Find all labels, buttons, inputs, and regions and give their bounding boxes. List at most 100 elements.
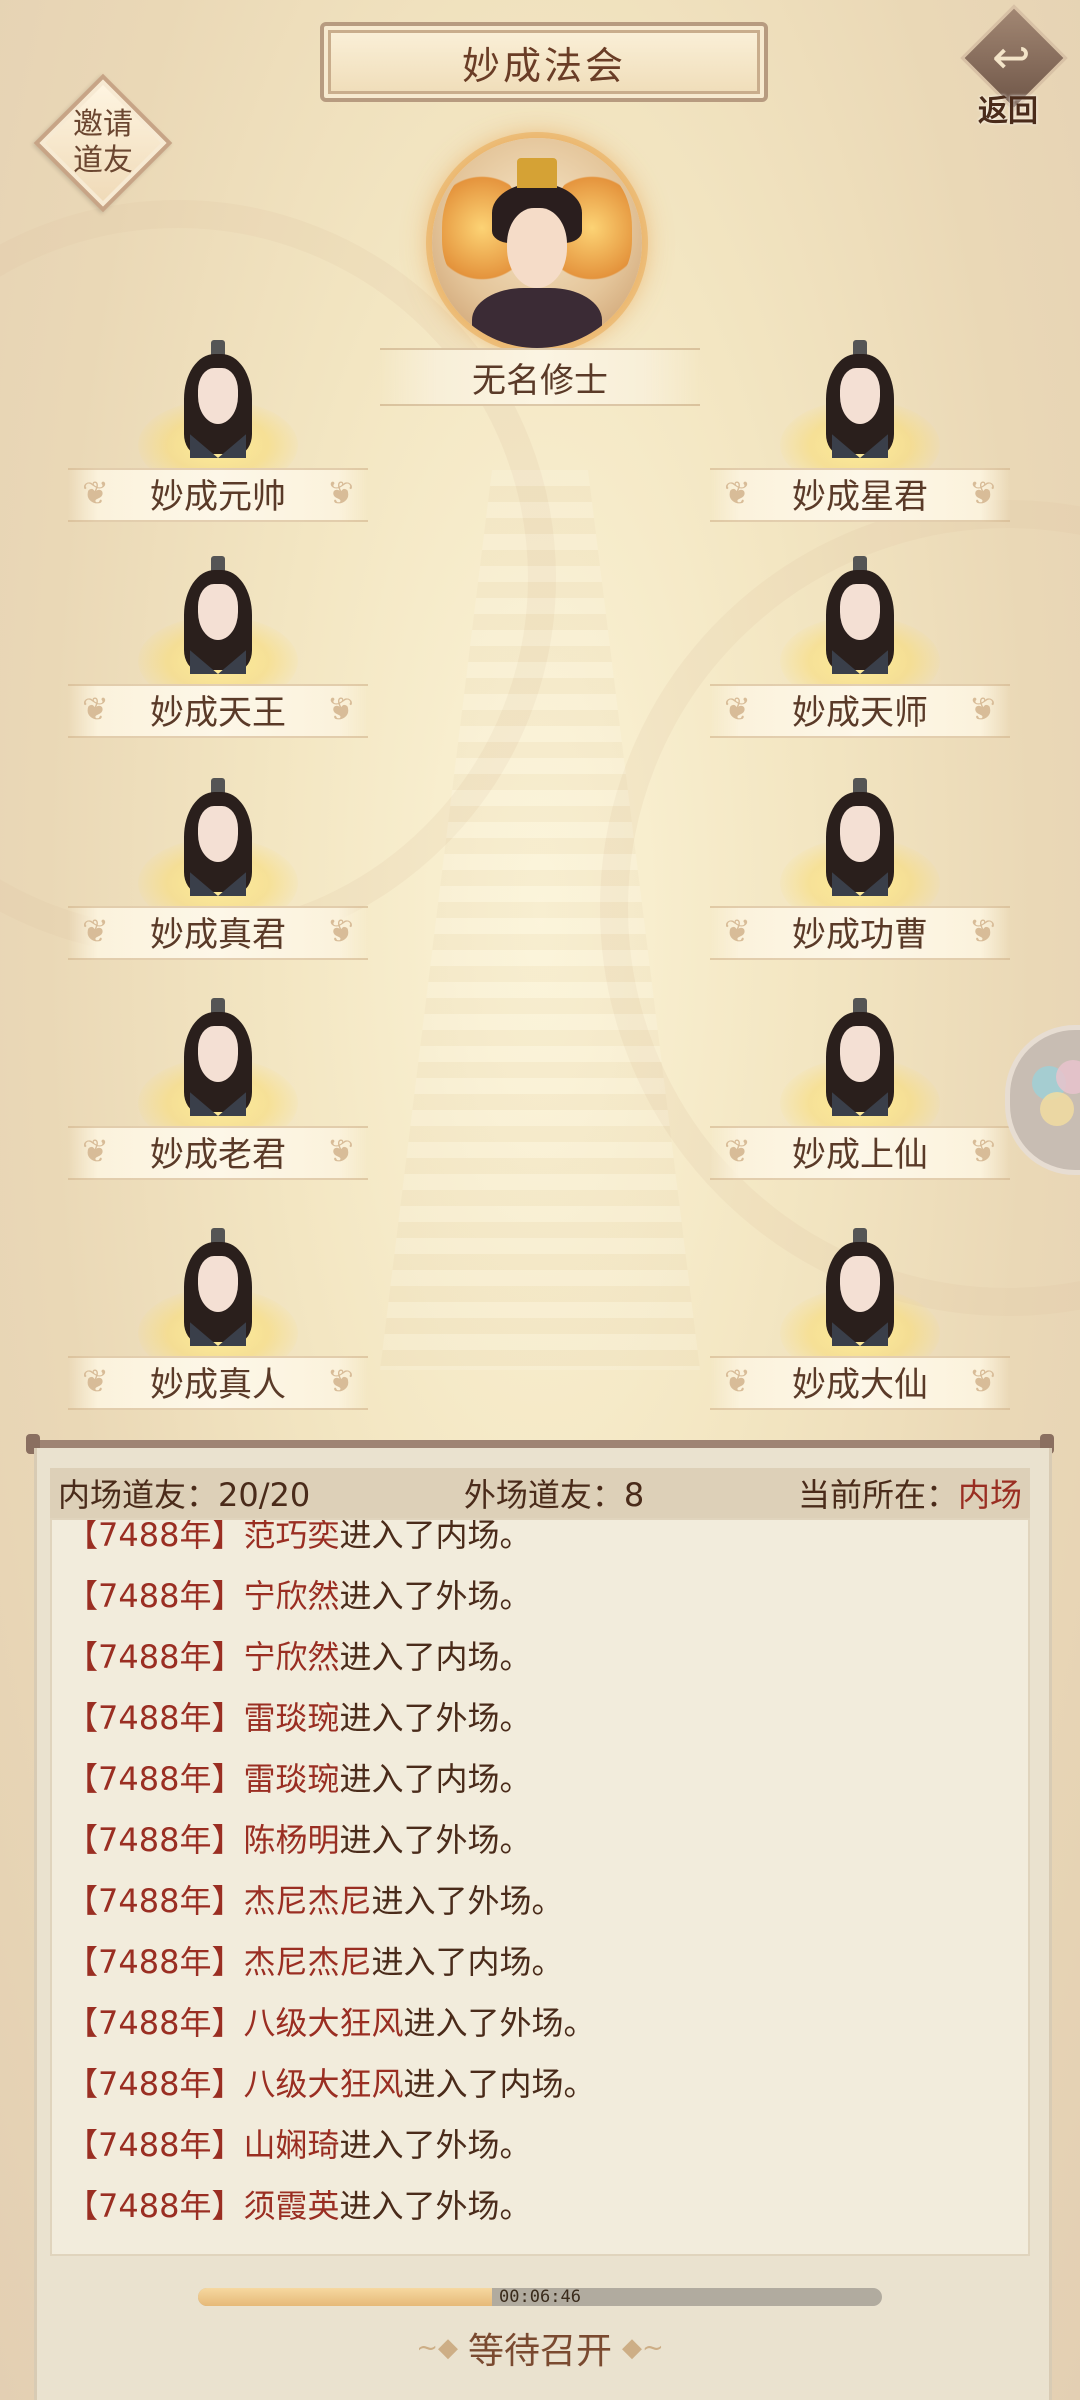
cultivator-avatar <box>176 340 260 460</box>
log-entry: 【7488年】 须霞英 进入了外场。 <box>66 2173 1016 2234</box>
seat-1[interactable]: 妙成元帅 <box>68 340 368 530</box>
seat-3[interactable]: 妙成天王 <box>68 556 368 746</box>
log-entry: 【7488年】 杰尼杰尼 进入了内场。 <box>66 1929 1016 1990</box>
back-label: 返回 <box>978 94 1038 129</box>
seat-6[interactable]: 妙成功曹 <box>710 778 1010 968</box>
seat-name: 妙成真君 <box>150 914 286 955</box>
log-action: 进入了内场。 <box>403 2064 596 2103</box>
log-action: 进入了内场。 <box>371 1942 564 1981</box>
log-action: 进入了外场。 <box>371 1881 564 1920</box>
log-entry: 【7488年】 杰尼杰尼 进入了外场。 <box>66 1868 1016 1929</box>
log-player-name: 雷琰琬 <box>243 1759 340 1798</box>
seat-9[interactable]: 妙成真人 <box>68 1228 368 1418</box>
log-action: 进入了外场。 <box>339 2186 532 2225</box>
cultivator-avatar <box>176 1228 260 1348</box>
invite-label-line1: 邀请 <box>73 107 133 142</box>
seat-name: 妙成老君 <box>150 1134 286 1175</box>
log-year: 【7488年】 <box>66 2125 244 2164</box>
ornament-left-icon: ~◆ <box>416 2333 458 2363</box>
status-label: ~◆ 等待召开 ◆~ <box>330 2320 750 2376</box>
log-player-name: 须霞英 <box>243 2186 340 2225</box>
log-entry: 【7488年】 雷琰琬 进入了外场。 <box>66 1685 1016 1746</box>
cultivator-avatar <box>818 556 902 676</box>
inner-count: 内场道友：20/20 <box>58 1476 311 1514</box>
seat-name: 妙成功曹 <box>792 914 928 955</box>
back-button[interactable]: ↩ 返回 <box>958 4 1068 129</box>
log-action: 进入了内场。 <box>339 1759 532 1798</box>
seat-name: 妙成真人 <box>150 1364 286 1405</box>
background-stairs <box>380 470 700 1370</box>
event-log[interactable]: 【7488年】 范巧奕 进入了内场。 【7488年】 宁欣然 进入了外场。 【7488年】宁… <box>50 1518 1030 2256</box>
log-action: 进入了内场。 <box>339 1518 532 1554</box>
log-player-name: 宁欣然 <box>243 1576 340 1615</box>
log-action: 进入了外场。 <box>339 1698 532 1737</box>
log-action: 进入了外场。 <box>403 2003 596 2042</box>
log-year: 【7488年】 <box>66 1881 244 1920</box>
log-player-name: 杰尼杰尼 <box>243 1942 372 1981</box>
cultivator-avatar <box>818 340 902 460</box>
log-entry: 【7488年】 八级大狂风 进入了外场。 <box>66 1990 1016 2051</box>
log-year: 【7488年】 <box>66 2064 244 2103</box>
seat-4[interactable]: 妙成天师 <box>710 556 1010 746</box>
seat-name: 妙成上仙 <box>792 1134 928 1175</box>
log-year: 【7488年】 <box>66 2186 244 2225</box>
log-action: 进入了外场。 <box>339 1820 532 1859</box>
seat-10[interactable]: 妙成大仙 <box>710 1228 1010 1418</box>
log-entry: 【7488年】 宁欣然 进入了外场。 <box>66 1563 1016 1624</box>
side-menu-button[interactable] <box>1005 1025 1080 1175</box>
log-entry: 【7488年】 陈杨明 进入了外场。 <box>66 1807 1016 1868</box>
log-entry: 【7488年】 八级大狂风 进入了内场。 <box>66 2051 1016 2112</box>
countdown-time: 00:06:46 <box>499 2288 581 2306</box>
cultivator-avatar <box>818 1228 902 1348</box>
invite-friends-button[interactable]: 邀请 道友 <box>33 73 173 213</box>
seat-2[interactable]: 妙成星君 <box>710 340 1010 530</box>
log-player-name: 雷琰琬 <box>243 1698 340 1737</box>
host-seat[interactable]: 无名修士 <box>370 120 710 420</box>
log-entry: 【7488年】 雷琰琬 进入了内场。 <box>66 1746 1016 1807</box>
log-player-name: 山娴琦 <box>243 2125 340 2164</box>
cultivator-avatar <box>818 778 902 898</box>
seat-name: 妙成天王 <box>150 692 286 733</box>
game-scene: 妙成法会 邀请 道友 ↩ 返回 无名修士 妙成元帅 妙成星君 <box>0 0 1080 2400</box>
outer-count: 外场道友：8 <box>463 1476 645 1514</box>
log-year: 【7488年】 <box>66 1698 244 1737</box>
status-text: 等待召开 <box>467 2331 612 2372</box>
back-arrow-icon: ↩ <box>992 30 1031 84</box>
seat-name: 妙成星君 <box>792 476 928 517</box>
log-player-name: 陈杨明 <box>243 1820 340 1859</box>
log-action: 进入了外场。 <box>339 2125 532 2164</box>
log-action: 进入了内场。 <box>339 1637 532 1676</box>
log-year: 【7488年】 <box>66 1820 244 1859</box>
log-year: 【7488年】 <box>66 1637 244 1676</box>
log-action: 进入了外场。 <box>339 1576 532 1615</box>
host-name: 无名修士 <box>380 348 700 406</box>
cultivator-avatar <box>176 998 260 1118</box>
seat-name: 妙成大仙 <box>792 1364 928 1405</box>
cultivator-avatar <box>818 998 902 1118</box>
log-entry: 【7488年】 范巧奕 进入了内场。 <box>66 1518 1016 1563</box>
log-year: 【7488年】 <box>66 1576 244 1615</box>
host-avatar <box>432 138 642 348</box>
log-year: 【7488年】 <box>66 2003 244 2042</box>
cultivator-avatar <box>176 556 260 676</box>
seat-5[interactable]: 妙成真君 <box>68 778 368 968</box>
log-player-name: 范巧奕 <box>243 1518 340 1554</box>
cultivator-avatar <box>176 778 260 898</box>
seat-8[interactable]: 妙成上仙 <box>710 998 1010 1188</box>
current-location: 当前所在：内场 <box>797 1476 1022 1514</box>
seat-name: 妙成天师 <box>792 692 928 733</box>
log-year: 【7488年】 <box>66 1942 244 1981</box>
seat-7[interactable]: 妙成老君 <box>68 998 368 1188</box>
log-entry: 【7488年】 山娴琦 进入了外场。 <box>66 2112 1016 2173</box>
log-player-name: 杰尼杰尼 <box>243 1881 372 1920</box>
countdown-progress-bar: 00:06:46 <box>198 2288 882 2306</box>
ornament-right-icon: ◆~ <box>622 2333 664 2363</box>
log-year: 【7488年】 <box>66 1759 244 1798</box>
log-player-name: 八级大狂风 <box>243 2003 404 2042</box>
log-year: 【7488年】 <box>66 1518 244 1554</box>
log-player-name: 宁欣然 <box>243 1637 340 1676</box>
log-entry: 【7488年】 宁欣然 进入了内场。 <box>66 1624 1016 1685</box>
seat-name: 妙成元帅 <box>150 476 286 517</box>
page-title: 妙成法会 <box>320 22 768 102</box>
scroll-rod <box>26 1434 1054 1454</box>
